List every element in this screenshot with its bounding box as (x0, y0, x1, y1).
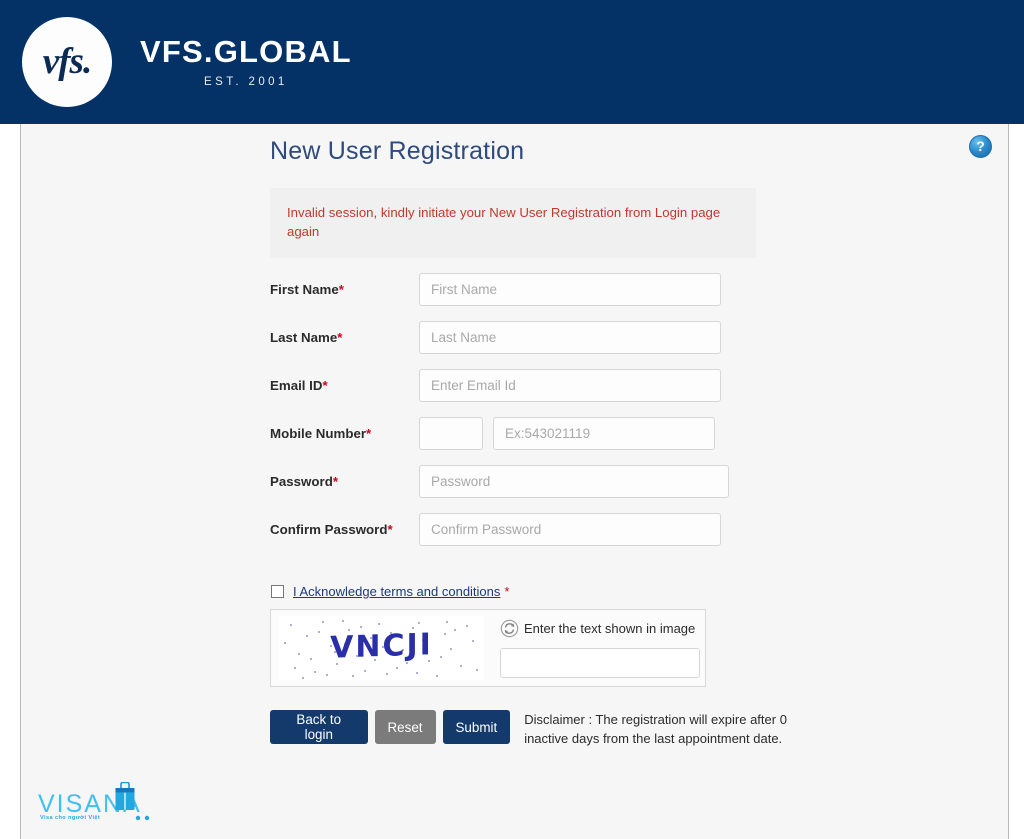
required-marker: * (322, 377, 328, 393)
vfs-logo-mark: vfs. (42, 40, 92, 82)
form-row-first-name: First Name* (270, 272, 790, 306)
help-icon[interactable]: ? (969, 135, 992, 158)
label-first-name-text: First Name (270, 281, 339, 297)
label-confirm-password-text: Confirm Password (270, 521, 388, 537)
captcha-image: VNCJI (279, 616, 484, 680)
terms-row: I Acknowledge terms and conditions * (271, 584, 790, 599)
required-marker: * (387, 521, 393, 537)
page-title: New User Registration (270, 137, 525, 165)
required-marker: * (332, 473, 339, 489)
required-marker: * (504, 584, 510, 599)
mobile-number-input[interactable] (493, 416, 715, 450)
label-last-name-text: Last Name (270, 329, 338, 345)
suitcase-icon (115, 782, 135, 810)
required-marker: * (366, 425, 372, 441)
form-row-password: Password* (270, 464, 790, 498)
terms-and-conditions-link[interactable]: I Acknowledge terms and conditions (293, 584, 500, 599)
vfs-logo-circle: vfs. (22, 17, 112, 107)
captcha-input[interactable] (500, 648, 700, 678)
registration-form-container: New User Registration Invalid session, k… (270, 124, 790, 748)
brand-name: VFS.GLOBAL (140, 34, 352, 69)
brand-text-block: VFS.GLOBAL EST. 2001 (140, 36, 352, 88)
submit-button[interactable]: Submit (442, 710, 511, 744)
label-password-text: Password (270, 473, 333, 489)
label-password: Password* (270, 474, 419, 489)
brand-established: EST. 2001 (204, 76, 288, 88)
label-confirm-password: Confirm Password* (270, 522, 419, 537)
captcha-challenge-text: VNCJI (330, 627, 433, 666)
vfs-logo: vfs. VFS.GLOBAL EST. 2001 (22, 17, 352, 107)
brand-header: vfs. VFS.GLOBAL EST. 2001 (0, 0, 1024, 124)
captcha-entry-area: Enter the text shown in image (500, 618, 700, 678)
visana-dots (135, 815, 150, 821)
email-input[interactable] (419, 368, 721, 402)
form-row-confirm-password: Confirm Password* (270, 512, 790, 546)
form-actions: Back to login Reset Submit Disclaimer : … (270, 710, 790, 748)
captcha-panel: VNCJI Enter the text shown in image (270, 609, 706, 687)
form-row-email: Email ID* (270, 368, 790, 402)
page-frame: ? New User Registration Invalid session,… (20, 124, 1009, 839)
label-mobile-number-text: Mobile Number (270, 425, 367, 441)
label-mobile-number: Mobile Number* (270, 426, 419, 441)
terms-checkbox[interactable] (271, 585, 284, 598)
reset-button[interactable]: Reset (374, 710, 436, 744)
refresh-icon[interactable] (500, 619, 519, 638)
last-name-input[interactable] (419, 320, 721, 354)
form-row-last-name: Last Name* (270, 320, 790, 354)
label-email-id: Email ID* (270, 378, 419, 393)
disclaimer-text: Disclaimer : The registration will expir… (524, 712, 787, 746)
label-last-name: Last Name* (270, 330, 419, 345)
captcha-instruction-label: Enter the text shown in image (524, 620, 696, 636)
first-name-input[interactable] (419, 272, 721, 306)
session-error-alert: Invalid session, kindly initiate your Ne… (270, 188, 756, 258)
visana-tagline: Visa cho người Việt (40, 815, 101, 821)
back-to-login-button[interactable]: Back to login (270, 710, 368, 744)
required-marker: * (338, 281, 344, 297)
confirm-password-input[interactable] (419, 512, 721, 546)
form-row-mobile-number: Mobile Number* (270, 416, 790, 450)
label-email-id-text: Email ID (270, 377, 323, 393)
label-first-name: First Name* (270, 282, 419, 297)
required-marker: * (337, 329, 343, 345)
visana-footer-logo: VISANA Visa cho người Việt (38, 779, 158, 827)
captcha-instruction-row: Enter the text shown in image (500, 618, 700, 638)
country-code-input[interactable] (419, 416, 483, 450)
password-input[interactable] (419, 464, 729, 498)
